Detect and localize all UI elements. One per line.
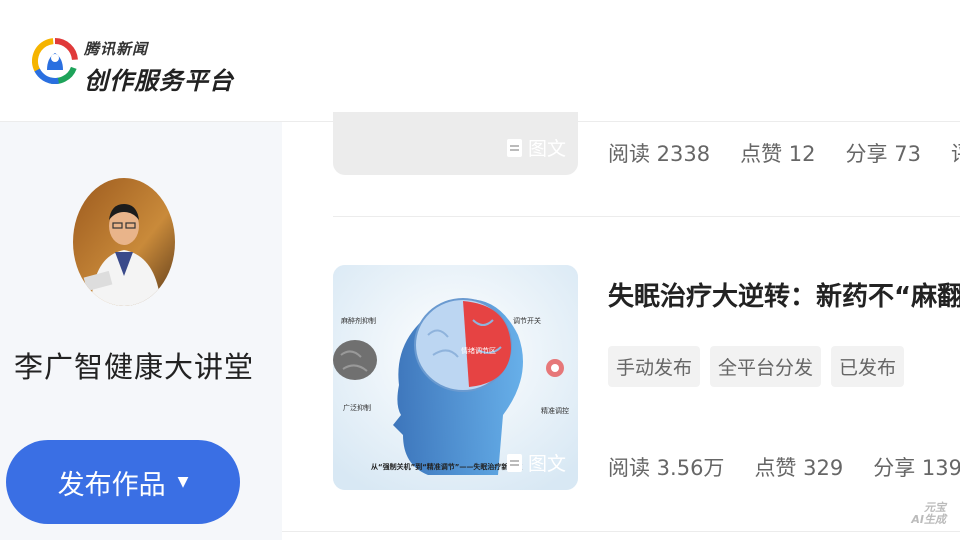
image-label-left-bottom: 广泛抑制 — [343, 403, 371, 412]
document-icon — [506, 453, 522, 472]
read-count: 阅读 2338 — [608, 142, 711, 166]
like-count: 点赞 12 — [740, 142, 816, 166]
image-caption: 从“强制关机”到“精准调节”——失眠治疗新突破 — [371, 462, 522, 471]
share-count: 分享 73 — [845, 142, 921, 166]
tag-all-platform: 全平台分发 — [710, 346, 822, 387]
tencent-news-logo-icon[interactable] — [32, 38, 78, 84]
avatar[interactable] — [73, 178, 175, 306]
image-label-center: 情绪调节区 — [461, 346, 496, 355]
like-count: 点赞 329 — [754, 456, 844, 480]
read-count: 阅读 3.56万 — [608, 456, 725, 480]
article-thumbnail[interactable]: 麻醉剂抑制 广泛抑制 调节开关 精准调控 情绪调节区 从“强制关机”到“精准调节… — [333, 265, 578, 490]
publish-button[interactable]: 发布作品 ▼ — [6, 440, 240, 524]
content-type-badge: 图文 — [506, 134, 566, 161]
comment-count: 评论 — [951, 138, 960, 168]
article-tags: 手动发布 全平台分发 已发布 — [608, 346, 905, 387]
tag-manual-publish: 手动发布 — [608, 346, 701, 387]
content-type-label: 图文 — [527, 453, 566, 475]
brand-big-text: 创作服务平台 — [84, 67, 234, 95]
article-stats: 阅读 2338 点赞 12 分享 73 评论 — [608, 138, 960, 168]
watermark-line-2: AI生成 — [911, 513, 946, 526]
ai-watermark: 元宝 AI生成 — [911, 502, 946, 526]
image-label-right-top: 调节开关 — [513, 316, 541, 325]
image-label-right-bottom: 精准调控 — [541, 406, 569, 415]
divider — [333, 216, 960, 217]
article-stats: 阅读 3.56万 点赞 329 分享 1396 — [608, 452, 960, 482]
article-list: 图文 阅读 2338 点赞 12 分享 73 评论 — [282, 112, 960, 540]
article-thumbnail[interactable]: 图文 — [333, 112, 578, 175]
channel-name: 李广智健康大讲堂 — [14, 350, 255, 384]
tag-published: 已发布 — [831, 346, 905, 387]
content-type-badge: 图文 — [506, 449, 566, 476]
share-count: 分享 1396 — [873, 456, 960, 480]
document-icon — [506, 138, 522, 157]
sidebar: 李广智健康大讲堂 发布作品 ▼ — [0, 122, 282, 540]
top-header: 腾讯新闻 创作服务平台 — [0, 0, 960, 122]
caret-down-icon: ▼ — [177, 474, 189, 490]
brand-title: 腾讯新闻 创作服务平台 — [84, 38, 234, 96]
image-label-left-top: 麻醉剂抑制 — [341, 316, 376, 325]
article-title[interactable]: 失眠治疗大逆转：新药不“麻翻”大 — [608, 276, 960, 313]
divider — [282, 531, 960, 532]
content-type-label: 图文 — [527, 138, 566, 160]
brand-small-text: 腾讯新闻 — [84, 40, 149, 58]
publish-button-label: 发布作品 — [57, 469, 166, 501]
